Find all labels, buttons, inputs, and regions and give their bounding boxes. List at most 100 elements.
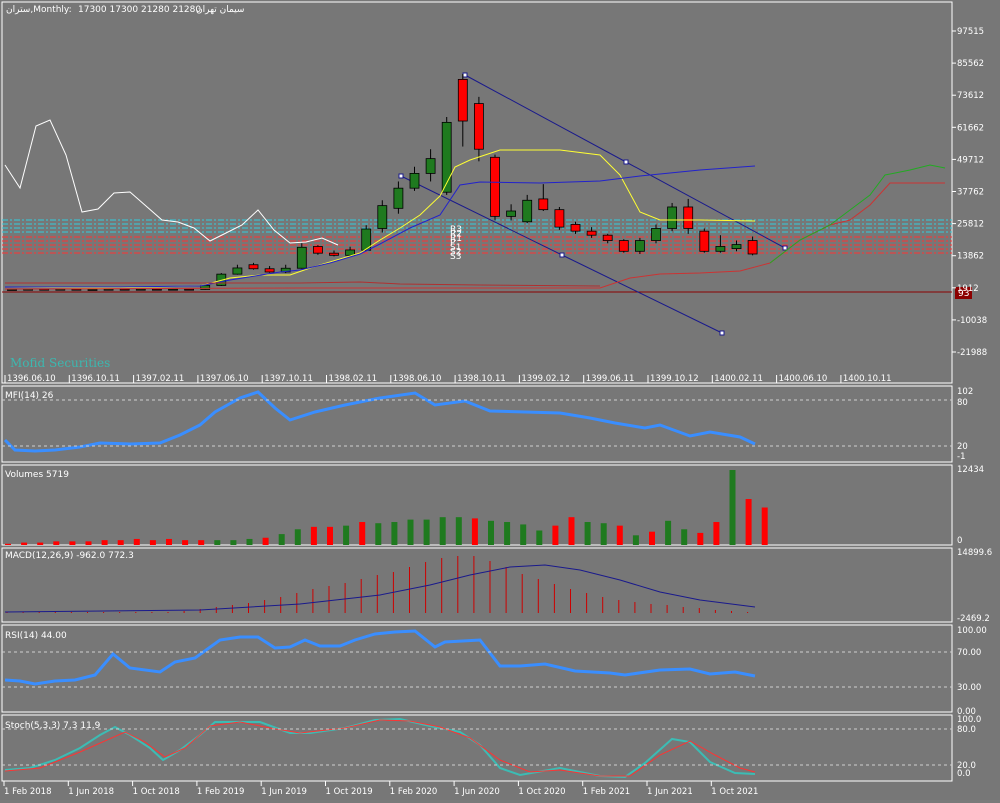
- candle-body: [103, 288, 114, 291]
- chart-canvas[interactable]: R3R2R1PS1S2S3 ستران,Monthly: 17300 17300…: [0, 0, 1000, 800]
- candle-body: [71, 288, 82, 291]
- volume-bar: [391, 522, 398, 545]
- candle-body: [490, 156, 500, 217]
- volumes-axis-label: 0: [957, 536, 962, 546]
- main-x-label: 1399.06.11: [586, 374, 635, 384]
- volume-bar: [149, 540, 156, 545]
- main-axis-label: 1912: [957, 284, 979, 294]
- candle-body: [135, 288, 146, 291]
- volume-bar: [262, 537, 269, 545]
- volume-bar: [294, 529, 301, 545]
- volume-bar: [359, 522, 366, 545]
- main-axis-label: 61662: [957, 123, 984, 133]
- volume-bar: [504, 522, 511, 545]
- macd-axis-label: 14899.6: [957, 548, 992, 558]
- candle-body: [441, 121, 452, 193]
- main-axis-label: 73612: [957, 91, 984, 101]
- panel-stoch-frame: [1, 714, 953, 782]
- panel-main-frame: [1, 1, 953, 384]
- macd-signal-line: [4, 564, 756, 613]
- stoch-axis-label: 100.0: [957, 715, 981, 725]
- bottom-axis-label: 1 Jun 2018: [68, 787, 114, 797]
- volume-bar: [343, 525, 350, 545]
- volume-bar: [214, 540, 221, 545]
- bottom-axis-label: 1 Jun 2021: [647, 787, 693, 797]
- candle-body: [87, 289, 98, 291]
- trendline-anchor: [719, 330, 725, 336]
- candle-body: [506, 210, 517, 217]
- mfi-axis-label: 80: [957, 398, 968, 408]
- candle-body: [232, 267, 243, 275]
- candle-body: [7, 289, 17, 291]
- bottom-axis-label: 1 Jun 2020: [454, 787, 500, 797]
- volume-bar: [182, 540, 189, 545]
- volume-bar: [584, 522, 591, 545]
- volume-bar: [246, 538, 253, 545]
- candle-body: [554, 209, 565, 228]
- volume-bar: [407, 519, 414, 545]
- candle-body: [747, 240, 758, 255]
- stoch-main-line: [4, 717, 756, 779]
- senkou-b: [4, 182, 945, 290]
- candle-body: [409, 173, 420, 189]
- volume-bar: [520, 524, 527, 545]
- mfi-axis-label: -1: [957, 452, 965, 462]
- mfi-axis-label: 102: [957, 387, 973, 397]
- volume-bar: [632, 535, 639, 545]
- bottom-axis-label: 1 Oct 2020: [518, 787, 565, 797]
- sr-label: S3: [450, 252, 461, 262]
- volume-bar: [423, 519, 430, 545]
- volume-bar: [375, 523, 382, 545]
- volume-bar: [649, 531, 655, 545]
- candle-body: [55, 288, 66, 291]
- main-x-label: 1397.10.11: [264, 374, 313, 384]
- volume-bar: [488, 520, 494, 545]
- chart-window[interactable]: R3 R2 R1 P S1 S2 S3 ستران,Monthly: 17300 17300…: [0, 0, 1000, 800]
- volume-bar: [198, 540, 205, 545]
- volume-bar: [166, 538, 172, 545]
- candle-body: [651, 228, 661, 241]
- indicator-lines: [2, 119, 952, 779]
- volume-bar: [536, 530, 543, 545]
- chart-header-label: ستران,Monthly:: [6, 5, 72, 15]
- candle-body: [151, 288, 162, 291]
- bottom-axis-label: 1 Oct 2021: [711, 787, 758, 797]
- candle-body: [457, 78, 468, 122]
- trendline-anchor: [559, 252, 565, 258]
- candles: [7, 74, 758, 291]
- candle-body: [570, 224, 581, 232]
- volume-bar: [101, 540, 108, 545]
- bottom-axis-label: 1 Feb 2019: [197, 787, 245, 797]
- candle-body: [473, 103, 484, 150]
- trendline-anchor: [623, 159, 629, 165]
- volume-bar: [761, 507, 768, 545]
- candle-body: [586, 230, 597, 236]
- trendline-anchor: [782, 245, 788, 251]
- volume-bar: [117, 540, 124, 545]
- volume-bar: [327, 526, 333, 545]
- volume-bar: [616, 525, 623, 545]
- bottom-axis-label: 1 Oct 2019: [326, 787, 373, 797]
- candle-body: [248, 264, 259, 270]
- bottom-axis-label: 1 Feb 2018: [4, 787, 52, 797]
- volume-bar: [697, 532, 704, 545]
- candle-body: [667, 206, 677, 229]
- volume-bar: [439, 517, 446, 545]
- mfi-title: MFI(14) 26: [5, 391, 54, 401]
- main-x-label: 1400.06.10: [779, 374, 828, 384]
- mfi-axis-label: 20: [957, 442, 968, 452]
- bottom-axis-label: 1 Feb 2021: [583, 787, 631, 797]
- candle-body: [699, 230, 710, 252]
- main-x-label: 1397.06.10: [200, 374, 249, 384]
- candle-body: [602, 234, 613, 241]
- volume-bar: [53, 541, 60, 545]
- candle-body: [715, 246, 726, 252]
- volumes-axis-label: 12434: [957, 465, 984, 475]
- bottom-axis-label: 1 Jun 2019: [261, 787, 307, 797]
- main-x-label: 1399.10.12: [650, 374, 699, 384]
- trendline-anchor: [398, 173, 404, 179]
- candle-body: [312, 246, 323, 254]
- volume-bar: [552, 525, 559, 545]
- candle-body: [168, 288, 178, 291]
- volumes-title: Volumes 5719: [5, 470, 69, 480]
